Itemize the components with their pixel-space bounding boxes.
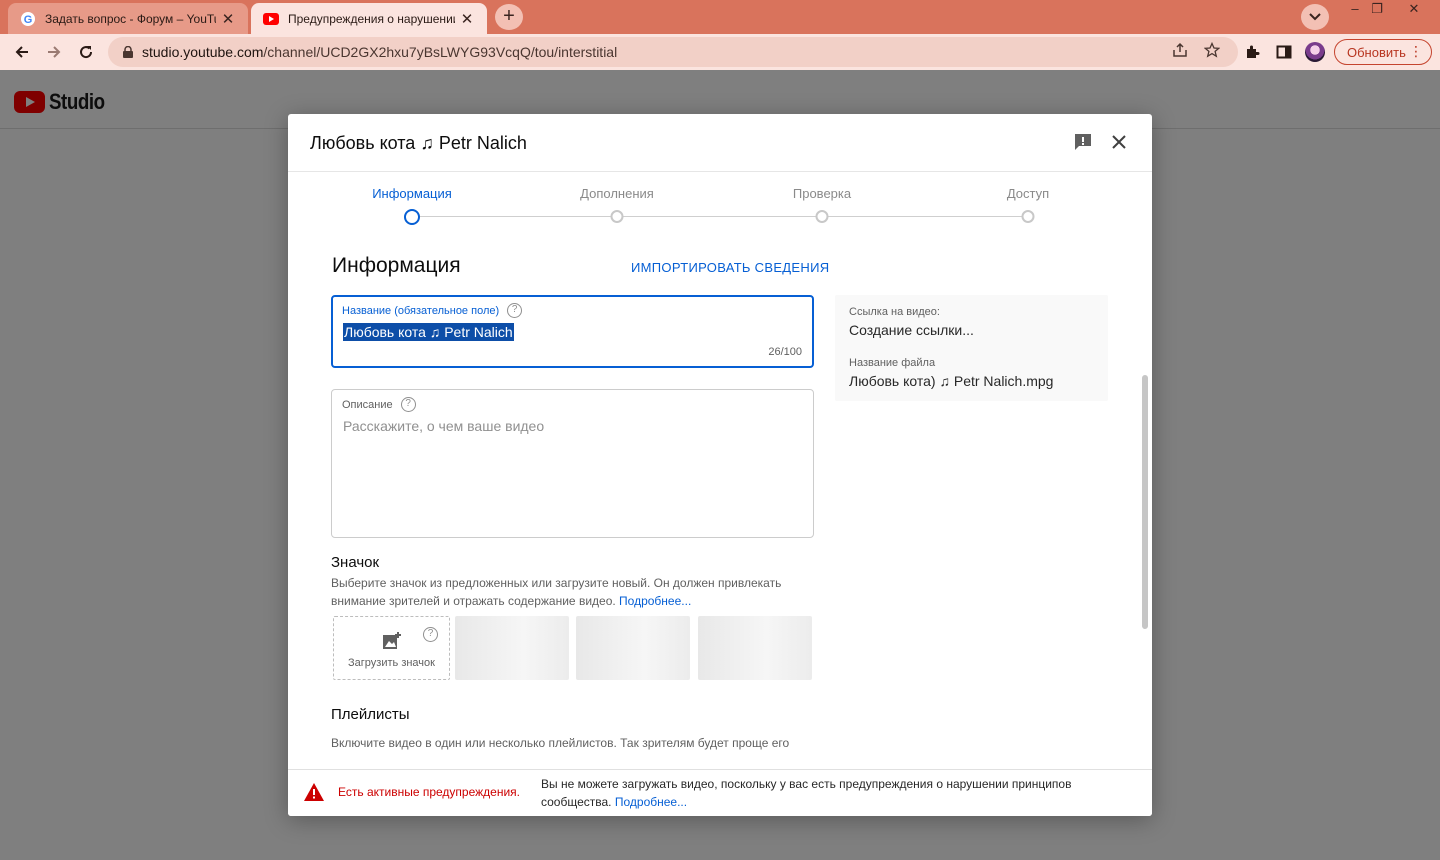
forward-button[interactable] <box>41 39 67 65</box>
step-info-label[interactable]: Информация <box>372 186 452 201</box>
tab-search-button[interactable] <box>1301 4 1329 30</box>
auto-thumbnail-3[interactable] <box>698 616 812 680</box>
description-placeholder[interactable]: Расскажите, о чем ваше видео <box>343 418 544 434</box>
reload-button[interactable] <box>73 39 99 65</box>
add-image-icon <box>382 631 402 651</box>
feedback-icon[interactable] <box>1073 132 1095 154</box>
close-icon[interactable]: ✕ <box>459 10 475 28</box>
thumbnail-desc: Выберите значок из предложенных или загр… <box>331 574 801 610</box>
section-title: Информация <box>332 254 461 277</box>
dialog-scrollbar[interactable] <box>1142 375 1148 629</box>
back-button[interactable] <box>9 39 35 65</box>
auto-thumbnail-1[interactable] <box>455 616 569 680</box>
url-path: /channel/UCD2GX2hxu7yBsLWYG93VcqQ/tou/in… <box>263 44 618 60</box>
thumbnail-learn-more-link[interactable]: Подробнее... <box>619 594 691 608</box>
url-text: studio.youtube.com/channel/UCD2GX2hxu7yB… <box>142 44 617 60</box>
address-bar[interactable]: studio.youtube.com/channel/UCD2GX2hxu7yB… <box>108 37 1238 67</box>
share-icon[interactable] <box>1170 40 1190 60</box>
file-name-label: Название файла <box>849 357 936 369</box>
browser-toolbar: studio.youtube.com/channel/UCD2GX2hxu7yB… <box>0 34 1440 70</box>
warning-triangle-icon <box>303 782 325 802</box>
title-field[interactable]: Название (обязательное поле) ? Любовь ко… <box>331 295 814 368</box>
title-char-counter: 26/100 <box>768 346 802 358</box>
studio-page: Studio Любовь кота ♫ Petr Nalich Информа… <box>0 70 1440 860</box>
bookmark-star-icon[interactable] <box>1202 40 1222 60</box>
extensions-puzzle-icon[interactable] <box>1242 42 1262 62</box>
video-info-card: Ссылка на видео: Создание ссылки... Назв… <box>835 295 1108 401</box>
warning-title: Есть активные предупреждения. <box>338 785 521 799</box>
step-visibility-dot[interactable] <box>1021 210 1035 223</box>
lock-icon[interactable] <box>120 44 136 60</box>
description-label-text: Описание <box>342 398 393 411</box>
url-host: studio.youtube.com <box>142 44 264 60</box>
title-field-label: Название (обязательное поле) ? <box>342 303 523 318</box>
browser-tabbar: G Задать вопрос - Форум – YouTube ✕ Пред… <box>0 0 1440 34</box>
browser-menu-icon[interactable]: ⋮ <box>1409 43 1423 60</box>
file-name-value: Любовь кота) ♫ Petr Nalich.mpg <box>849 373 1054 389</box>
dialog-header: Любовь кота ♫ Petr Nalich <box>288 114 1152 172</box>
warning-learn-more-link[interactable]: Подробнее... <box>615 795 687 809</box>
help-icon[interactable]: ? <box>400 397 416 412</box>
side-panel-icon[interactable] <box>1274 42 1294 62</box>
stepper-track <box>412 216 1028 217</box>
step-info-dot[interactable] <box>404 209 420 225</box>
svg-text:G: G <box>24 14 33 26</box>
upload-thumbnail-button[interactable]: ? Загрузить значок <box>333 616 450 680</box>
tab-title: Задать вопрос - Форум – YouTube <box>45 11 216 26</box>
window-close-button[interactable]: ✕ <box>1397 1 1431 19</box>
arrow-left-icon <box>15 46 28 58</box>
auto-thumbnail-2[interactable] <box>576 616 690 680</box>
step-visibility-label[interactable]: Доступ <box>1007 186 1049 201</box>
video-link-value: Создание ссылки... <box>849 322 974 338</box>
dialog-content: Информация ИМПОРТИРОВАТЬ СВЕДЕНИЯ Назван… <box>288 242 1152 769</box>
arrow-right-icon <box>48 46 61 58</box>
title-input-value[interactable]: Любовь кота ♫ Petr Nalich <box>343 323 514 341</box>
upload-thumbnail-label: Загрузить значок <box>348 657 435 669</box>
profile-avatar[interactable] <box>1305 42 1325 62</box>
thumbnail-title: Значок <box>331 554 380 571</box>
close-icon[interactable]: ✕ <box>220 10 236 28</box>
import-details-button[interactable]: ИМПОРТИРОВАТЬ СВЕДЕНИЯ <box>631 260 829 275</box>
description-field[interactable]: Описание ? Расскажите, о чем ваше видео <box>331 389 814 538</box>
google-icon: G <box>20 11 36 27</box>
help-icon[interactable]: ? <box>507 303 523 318</box>
description-field-label: Описание ? <box>342 397 416 412</box>
dialog-title: Любовь кота ♫ Petr Nalich <box>310 133 527 153</box>
title-label-text: Название (обязательное поле) <box>342 304 500 317</box>
youtube-icon <box>263 11 279 27</box>
new-tab-button[interactable]: + <box>495 4 523 30</box>
playlists-title: Плейлисты <box>331 706 410 723</box>
browser-tab-warnings[interactable]: Предупреждения о нарушении ✕ <box>251 3 487 34</box>
upload-details-dialog: Любовь кота ♫ Petr Nalich Информация Доп… <box>288 114 1152 816</box>
strike-warning-bar: Есть активные предупреждения. Вы не може… <box>288 769 1152 816</box>
video-link-label: Ссылка на видео: <box>849 306 940 318</box>
update-browser-button[interactable]: Обновить ⋮ <box>1334 39 1432 65</box>
update-label: Обновить <box>1347 44 1406 60</box>
step-extras-dot[interactable] <box>610 210 624 223</box>
chevron-down-icon <box>1309 13 1321 21</box>
playlists-desc: Включите видео в один или несколько плей… <box>331 736 790 750</box>
tab-title: Предупреждения о нарушении <box>288 11 455 26</box>
restore-button[interactable]: ❐ <box>1360 1 1394 19</box>
thumbnail-desc-text: Выберите значок из предложенных или загр… <box>331 576 782 608</box>
close-icon[interactable] <box>1109 132 1131 154</box>
help-icon[interactable]: ? <box>423 627 438 642</box>
warning-text: Вы не можете загружать видео, поскольку … <box>541 775 1101 811</box>
browser-tab-forum[interactable]: G Задать вопрос - Форум – YouTube ✕ <box>8 3 248 34</box>
step-extras-label[interactable]: Дополнения <box>580 186 654 201</box>
reload-icon <box>80 46 93 59</box>
step-checks-label[interactable]: Проверка <box>793 186 851 201</box>
step-checks-dot[interactable] <box>815 210 829 223</box>
upload-stepper: Информация Дополнения Проверка Доступ <box>288 172 1152 242</box>
